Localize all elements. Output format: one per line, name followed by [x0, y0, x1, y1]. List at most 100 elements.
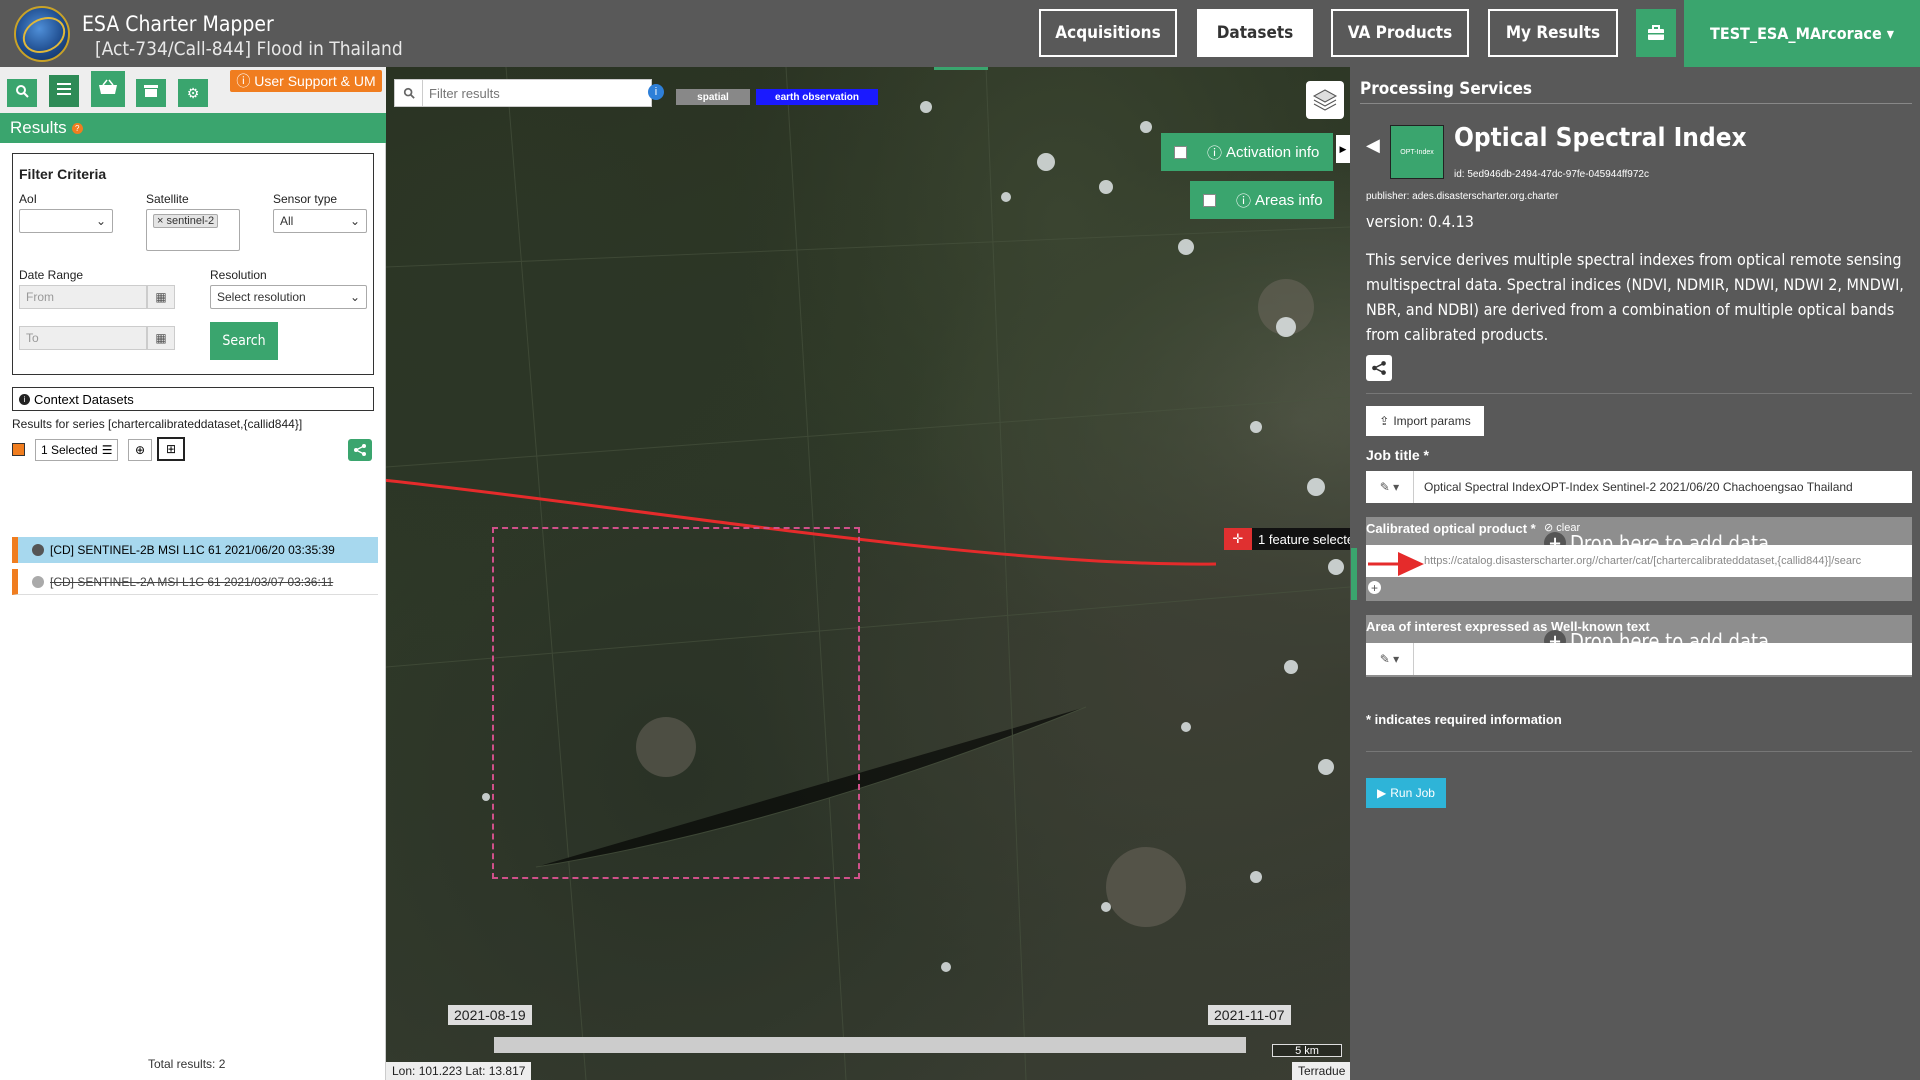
- map-view[interactable]: i spatial earth observation ⓘActivation …: [386, 67, 1350, 1080]
- date-to-input[interactable]: To: [19, 326, 147, 350]
- activation-info-button[interactable]: ⓘ Activation info: [1199, 133, 1333, 171]
- nav-va-products[interactable]: VA Products: [1331, 9, 1469, 57]
- chip-earth-observation[interactable]: earth observation: [756, 89, 878, 105]
- title-divider: [1360, 103, 1912, 104]
- sensor-label: Sensor type: [273, 192, 338, 206]
- user-support-button[interactable]: ⓘ User Support & UM: [230, 70, 382, 92]
- resolution-select[interactable]: Select resolution ⌄: [210, 285, 367, 309]
- select-all-checkbox[interactable]: [12, 443, 25, 456]
- calibrated-product-label: Calibrated optical product *: [1366, 521, 1536, 536]
- calendar-icon[interactable]: ▦: [147, 285, 175, 309]
- nav-acquisitions[interactable]: Acquisitions: [1039, 9, 1177, 57]
- chip-spatial[interactable]: spatial: [676, 89, 750, 105]
- crosshair-icon: ✛: [1224, 528, 1252, 550]
- user-menu[interactable]: TEST_ESA_MArcorace ▾: [1684, 0, 1920, 67]
- play-icon: ▶: [1377, 786, 1387, 800]
- aoi-input[interactable]: ✎ ▾: [1366, 643, 1912, 675]
- job-title-field[interactable]: ✎ ▾ Optical Spectral IndexOPT-Index Sent…: [1366, 471, 1912, 503]
- date-from-input[interactable]: From: [19, 285, 147, 309]
- areas-info-button[interactable]: ⓘ Areas info: [1228, 181, 1334, 219]
- share-icon[interactable]: [348, 439, 372, 461]
- upload-icon: ⇪: [1379, 414, 1390, 428]
- collapse-right-toggle[interactable]: ▶: [1336, 135, 1350, 163]
- sensor-value: All: [280, 214, 294, 228]
- tab-results[interactable]: [49, 75, 79, 107]
- tab-basket[interactable]: [91, 71, 125, 107]
- top-bar: ESA Charter Mapper [Act-734/Call-844] Fl…: [0, 0, 1920, 67]
- service-version: version: 0.4.13: [1366, 212, 1474, 231]
- info-icon: i: [19, 393, 30, 405]
- info-icon[interactable]: i: [648, 84, 664, 100]
- result-title: [CD] SENTINEL-2A MSI L1C 61 2021/03/07 0…: [50, 574, 334, 589]
- selected-dropdown[interactable]: 1 Selected ☰: [35, 439, 119, 461]
- satellite-select[interactable]: × sentinel-2: [146, 209, 240, 251]
- divider: [1366, 393, 1912, 394]
- magic-wand-icon[interactable]: ✎ ▾: [1366, 643, 1414, 675]
- search-button[interactable]: Search: [210, 322, 278, 360]
- timeline-slider[interactable]: [494, 1037, 1246, 1053]
- sensor-select[interactable]: All ⌄: [273, 209, 367, 233]
- nav-datasets[interactable]: Datasets: [1197, 9, 1313, 57]
- tab-archive[interactable]: [136, 79, 166, 107]
- run-job-button[interactable]: ▶ Run Job: [1366, 778, 1446, 808]
- info-icon: ⓘ: [1236, 192, 1252, 210]
- satellite-tag[interactable]: × sentinel-2: [153, 214, 219, 228]
- list-item[interactable]: [CD] SENTINEL-2B MSI L1C 61 2021/06/20 0…: [12, 537, 378, 563]
- activation-info-checkbox[interactable]: [1161, 133, 1199, 171]
- magic-wand-icon[interactable]: ✎ ▾: [1366, 471, 1414, 503]
- globe-icon: [32, 575, 44, 588]
- charter-logo-icon[interactable]: [14, 6, 70, 62]
- scale-bar: 5 km: [1272, 1044, 1342, 1057]
- map-attribution[interactable]: Terradue: [1292, 1062, 1350, 1080]
- service-icon: OPT-Index: [1390, 125, 1444, 179]
- basket-icon[interactable]: ⊞: [157, 437, 185, 461]
- briefcase-icon[interactable]: [1636, 9, 1676, 57]
- run-job-label: Run Job: [1390, 786, 1435, 800]
- areas-info-checkbox[interactable]: [1190, 181, 1228, 219]
- job-title-value[interactable]: Optical Spectral IndexOPT-Index Sentinel…: [1414, 480, 1853, 494]
- chevron-down-icon: ⌄: [349, 290, 360, 304]
- required-note: * indicates required information: [1366, 712, 1562, 727]
- app-title: ESA Charter Mapper: [82, 12, 274, 36]
- resolution-label: Resolution: [210, 268, 267, 282]
- filter-criteria: Filter Criteria AoI ⌄ Satellite × sentin…: [12, 153, 374, 375]
- service-description: This service derives multiple spectral i…: [1366, 250, 1904, 344]
- list-icon: ☰: [101, 443, 113, 457]
- list-icon: [57, 82, 71, 100]
- list-item[interactable]: [CD] SENTINEL-2A MSI L1C 61 2021/03/07 0…: [12, 569, 378, 595]
- add-to-basket-icon[interactable]: ⊕: [128, 439, 152, 461]
- result-title: [CD] SENTINEL-2B MSI L1C 61 2021/06/20 0…: [50, 543, 335, 557]
- help-icon[interactable]: ?: [71, 122, 83, 134]
- nav-my-results[interactable]: My Results: [1488, 9, 1618, 57]
- tab-settings[interactable]: ⚙: [178, 79, 208, 107]
- archive-icon: [144, 84, 158, 102]
- series-text: Results for series [chartercalibrateddat…: [12, 417, 303, 431]
- calibrated-product-param[interactable]: Calibrated optical product * ⊘ clear + Dr…: [1366, 517, 1912, 601]
- aoi-footprint[interactable]: [492, 527, 860, 879]
- layers-icon[interactable]: [1306, 81, 1344, 119]
- satellite-label: Satellite: [146, 192, 189, 206]
- processing-services-panel: Processing Services ◀ OPT-Index Optical …: [1350, 67, 1920, 1080]
- total-results: Total results: 2: [148, 1057, 226, 1071]
- share-icon[interactable]: [1366, 355, 1392, 381]
- panel-tabs: ⚙ ⓘ User Support & UM: [0, 67, 386, 113]
- back-icon[interactable]: ◀: [1366, 135, 1380, 156]
- cursor-coordinates: Lon: 101.223 Lat: 13.817: [386, 1062, 532, 1080]
- aoi-select[interactable]: ⌄: [19, 209, 113, 233]
- service-name: Optical Spectral Index: [1454, 123, 1747, 153]
- chevron-down-icon: ⌄: [349, 214, 360, 228]
- calendar-icon[interactable]: ▦: [147, 326, 175, 350]
- aoi-param[interactable]: Area of interest expressed as Well-known…: [1366, 615, 1912, 677]
- calibrated-product-input[interactable]: https://catalog.disasterscharter.org//ch…: [1366, 545, 1912, 577]
- calibrated-product-value[interactable]: https://catalog.disasterscharter.org//ch…: [1414, 555, 1861, 567]
- tab-search[interactable]: [7, 79, 37, 107]
- aoi-label: AoI: [19, 192, 38, 206]
- search-icon: [395, 80, 423, 106]
- drop-target-indicator: [1351, 548, 1357, 600]
- import-params-button[interactable]: ⇪ Import params: [1366, 406, 1484, 436]
- gear-icon: ⚙: [186, 84, 200, 101]
- timeline-start: 2021-08-19: [448, 1005, 532, 1025]
- filter-results-input[interactable]: [423, 85, 643, 101]
- context-datasets[interactable]: i Context Datasets: [12, 387, 374, 411]
- feature-selected-badge[interactable]: ✛ 1 feature selected: [1224, 528, 1350, 550]
